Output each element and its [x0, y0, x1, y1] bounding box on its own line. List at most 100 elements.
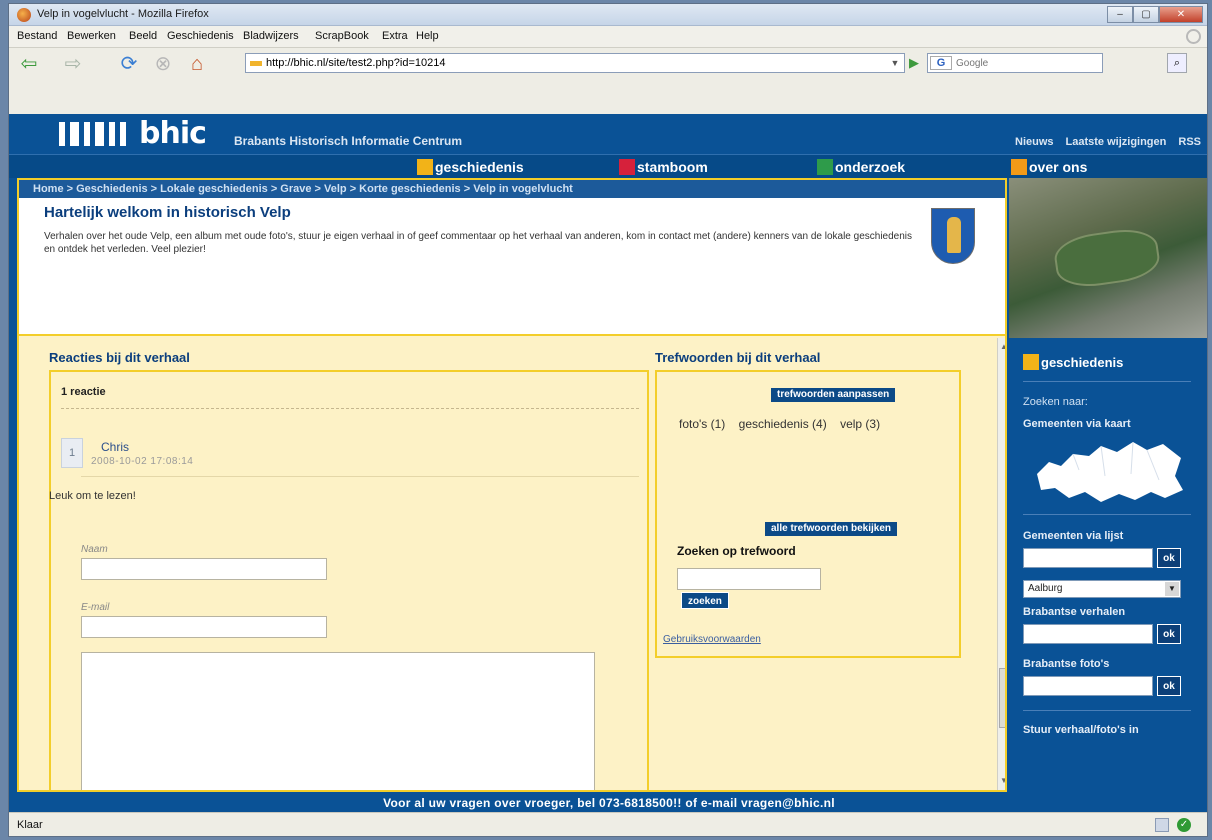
zoeken-trefwoord-title: Zoeken op trefwoord	[677, 544, 796, 558]
forward-icon[interactable]: ⇨	[61, 52, 85, 76]
divider	[81, 476, 639, 477]
browser-window: Velp in vogelvlucht - Mozilla Firefox – …	[8, 3, 1208, 837]
minimize-button[interactable]: –	[1107, 6, 1133, 23]
site-subtitle: Brabants Historisch Informatie Centrum	[234, 134, 463, 148]
scroll-thumb[interactable]	[999, 668, 1005, 728]
sidebar-title: geschiedenis	[1023, 354, 1123, 370]
yellow-square-icon	[417, 159, 433, 175]
naam-field[interactable]	[81, 558, 327, 580]
brabantse-verhalen-label: Brabantse verhalen	[1023, 606, 1126, 618]
yellow-square-icon	[1023, 354, 1039, 370]
zoeken-button[interactable]: zoeken	[681, 592, 729, 609]
nav-onderzoek[interactable]: onderzoek	[817, 158, 905, 176]
logo-bars-icon	[59, 122, 126, 146]
window-title: Velp in vogelvlucht - Mozilla Firefox	[37, 8, 209, 20]
scroll-down-icon[interactable]: ▼	[1000, 776, 1005, 785]
menu-scrapbook[interactable]: ScrapBook	[315, 30, 369, 42]
menu-extra[interactable]: Extra	[382, 30, 408, 42]
stuur-verhaal-link[interactable]: Stuur verhaal/foto's in	[1023, 724, 1139, 736]
menu-geschiedenis[interactable]: Geschiedenis	[167, 30, 234, 42]
ok-button[interactable]: ok	[1157, 676, 1181, 696]
trefwoorden-aanpassen-button[interactable]: trefwoorden aanpassen	[771, 388, 896, 402]
aerial-photo	[1009, 178, 1207, 338]
site-footer: Voor al uw vragen over vroeger, bel 073-…	[9, 794, 1207, 812]
tag-list: foto's (1) geschiedenis (4) velp (3)	[679, 406, 949, 442]
divider	[1023, 710, 1191, 711]
divider	[1023, 381, 1191, 382]
comment-textarea[interactable]	[81, 652, 595, 790]
ok-button[interactable]: ok	[1157, 548, 1181, 568]
address-bar[interactable]: ▼	[245, 53, 905, 73]
divider	[1023, 514, 1191, 515]
menu-bewerken[interactable]: Bewerken	[67, 30, 116, 42]
trefwoorden-title: Trefwoorden bij dit verhaal	[655, 350, 821, 365]
back-icon[interactable]: ⇦	[17, 52, 41, 76]
gemeenten-lijst-input[interactable]	[1023, 548, 1153, 568]
menu-beeld[interactable]: Beeld	[129, 30, 157, 42]
orange-square-icon	[1011, 159, 1027, 175]
reload-icon[interactable]: ⟳	[117, 52, 141, 76]
site-header: bhic Brabants Historisch Informatie Cent…	[9, 114, 1207, 154]
green-square-icon	[817, 159, 833, 175]
content-scrollbar[interactable]: ▲ ▼	[997, 338, 1005, 790]
link-nieuws[interactable]: Nieuws	[1015, 136, 1054, 148]
email-field[interactable]	[81, 616, 327, 638]
welcome-title: Hartelijk welkom in historisch Velp	[44, 204, 291, 221]
maximize-button[interactable]: ▢	[1133, 6, 1159, 23]
home-icon[interactable]: ⌂	[185, 52, 209, 76]
google-engine-icon[interactable]: G	[930, 56, 952, 70]
nav-geschiedenis[interactable]: geschiedenis	[417, 158, 524, 176]
stop-icon[interactable]: ⊗	[151, 52, 175, 76]
go-icon[interactable]: ▶	[909, 55, 919, 71]
menu-bestand[interactable]: Bestand	[17, 30, 57, 42]
menu-help[interactable]: Help	[416, 30, 439, 42]
activity-throbber-icon	[1186, 29, 1201, 44]
gemeente-select[interactable]: Aalburg ▼	[1023, 580, 1181, 598]
search-box[interactable]: G	[927, 53, 1103, 73]
reacties-title: Reacties bij dit verhaal	[49, 350, 190, 365]
content-area: Reacties bij dit verhaal Trefwoorden bij…	[17, 336, 1007, 792]
right-sidebar: geschiedenis Zoeken naar: Gemeenten via …	[1009, 178, 1207, 810]
tag-item[interactable]: velp (3)	[840, 417, 880, 431]
search-icon[interactable]: ⌕	[1167, 53, 1187, 73]
chevron-down-icon: ▼	[1165, 582, 1179, 596]
trefwoorden-box: trefwoorden aanpassen foto's (1) geschie…	[655, 370, 961, 658]
naam-label: Naam	[81, 544, 108, 555]
search-input[interactable]	[956, 56, 1096, 70]
link-rss[interactable]: RSS	[1178, 136, 1201, 148]
status-bar: Klaar ✓	[9, 812, 1207, 836]
nav-stamboom[interactable]: stamboom	[619, 158, 708, 176]
gebruiksvoorwaarden-link[interactable]: Gebruiksvoorwaarden	[663, 634, 761, 645]
divider	[61, 408, 639, 409]
brabant-map-icon[interactable]	[1035, 436, 1185, 504]
tag-item[interactable]: geschiedenis (4)	[739, 417, 827, 431]
url-dropdown-icon[interactable]: ▼	[888, 56, 902, 70]
main-nav: geschiedenis stamboom onderzoek over ons	[9, 154, 1207, 178]
red-square-icon	[619, 159, 635, 175]
zoeken-naar-label: Zoeken naar:	[1023, 396, 1088, 408]
tag-item[interactable]: foto's (1)	[679, 417, 725, 431]
breadcrumb[interactable]: Home > Geschiedenis > Lokale geschiedeni…	[17, 178, 1007, 198]
link-laatste-wijzigingen[interactable]: Laatste wijzigingen	[1066, 136, 1167, 148]
fotos-input[interactable]	[1023, 676, 1153, 696]
site-logo[interactable]: bhic	[139, 116, 207, 151]
verhalen-input[interactable]	[1023, 624, 1153, 644]
alle-trefwoorden-button[interactable]: alle trefwoorden bekijken	[765, 522, 898, 536]
scrapbook-status-icon[interactable]	[1155, 818, 1169, 832]
close-button[interactable]: ✕	[1159, 6, 1203, 23]
nav-over-ons[interactable]: over ons	[1011, 158, 1087, 176]
title-bar: Velp in vogelvlucht - Mozilla Firefox – …	[9, 4, 1207, 26]
email-label: E-mail	[81, 602, 110, 613]
firefox-icon	[17, 8, 31, 22]
trefwoord-search-input[interactable]	[677, 568, 821, 590]
scroll-up-icon[interactable]: ▲	[1000, 342, 1005, 351]
ok-button[interactable]: ok	[1157, 624, 1181, 644]
welcome-panel: Hartelijk welkom in historisch Velp Verh…	[17, 198, 1007, 336]
status-text: Klaar	[17, 819, 43, 831]
url-input[interactable]	[266, 56, 876, 70]
gemeenten-kaart-link[interactable]: Gemeenten via kaart	[1023, 418, 1131, 430]
velp-crest-icon	[931, 208, 975, 264]
comment-text: Leuk om te lezen!	[49, 490, 136, 502]
menu-bladwijzers[interactable]: Bladwijzers	[243, 30, 299, 42]
comment-author[interactable]: Chris	[101, 440, 129, 454]
